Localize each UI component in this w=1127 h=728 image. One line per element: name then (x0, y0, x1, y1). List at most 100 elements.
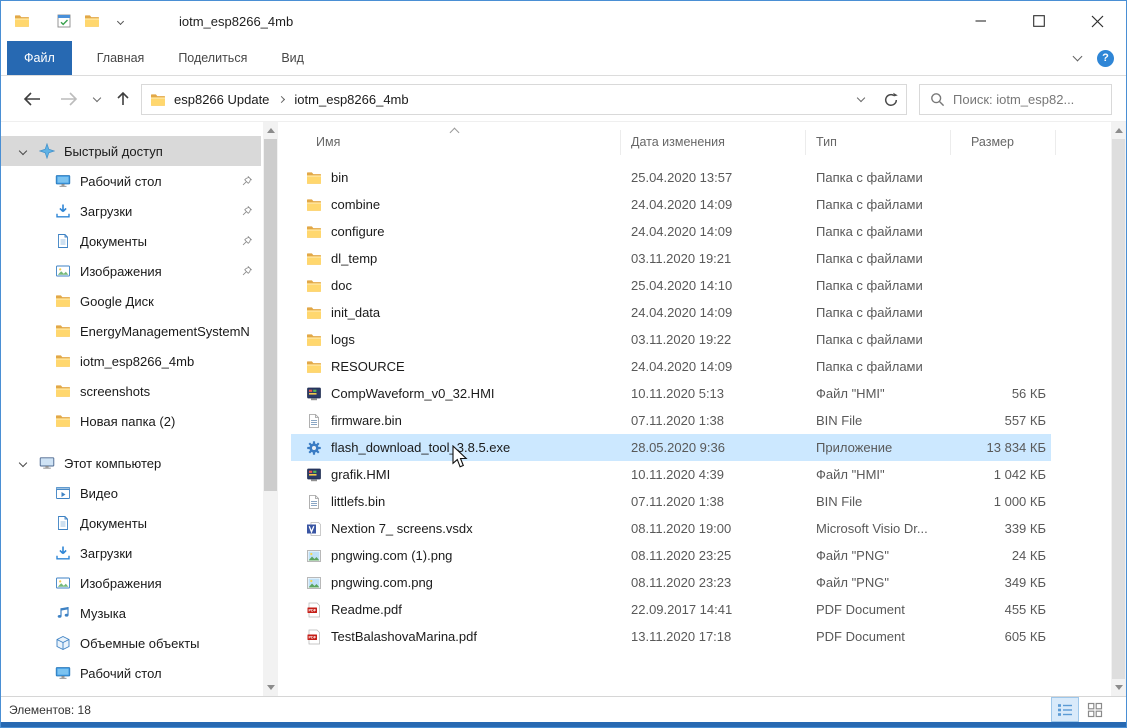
file-row[interactable]: Readme.pdf22.09.2017 14:41PDF Document45… (291, 596, 1051, 623)
expander-chevron-icon[interactable] (19, 459, 27, 467)
file-row[interactable]: flash_download_tool_3.8.5.exe28.05.2020 … (291, 434, 1051, 461)
file-row[interactable]: firmware.bin07.11.2020 1:38BIN File557 К… (291, 407, 1051, 434)
sidebar-item[interactable]: Документы (1, 226, 261, 256)
scrollbar-thumb[interactable] (264, 139, 277, 491)
pdf-file-icon (306, 629, 322, 645)
up-button[interactable] (108, 84, 138, 114)
column-header[interactable]: Тип (806, 130, 951, 155)
file-row[interactable]: bin25.04.2020 13:57Папка с файлами (291, 164, 1051, 191)
refresh-button[interactable] (876, 85, 906, 114)
sidebar-item[interactable]: Видео (1, 478, 261, 508)
file-name-cell: doc (291, 278, 621, 294)
recent-locations-button[interactable] (88, 84, 106, 114)
sidebar-item-label: screenshots (80, 384, 261, 399)
back-button[interactable] (16, 84, 46, 114)
maximize-button[interactable] (1010, 1, 1068, 41)
column-header[interactable]: Дата изменения (621, 130, 806, 155)
breadcrumb-item[interactable]: esp8266 Update (170, 92, 273, 107)
file-row[interactable]: combine24.04.2020 14:09Папка с файлами (291, 191, 1051, 218)
column-header-label: Дата изменения (631, 135, 725, 149)
file-date: 03.11.2020 19:21 (621, 251, 806, 266)
file-type: Папка с файлами (806, 332, 951, 347)
folder-icon (306, 197, 322, 213)
sidebar-item[interactable]: EnergyManagementSystemN (1, 316, 261, 346)
sidebar-item[interactable]: Google Диск (1, 286, 261, 316)
address-dropdown-button[interactable] (846, 85, 876, 114)
qat-new-folder-button[interactable] (81, 9, 103, 33)
forward-button[interactable] (54, 84, 84, 114)
file-row[interactable]: init_data24.04.2020 14:09Папка с файлами (291, 299, 1051, 326)
sidebar-item[interactable]: screenshots (1, 376, 261, 406)
qat-properties-button[interactable] (53, 9, 75, 33)
minimize-button[interactable] (952, 1, 1010, 41)
file-name-cell: pngwing.com (1).png (291, 548, 621, 564)
file-row[interactable]: RESOURCE24.04.2020 14:09Папка с файлами (291, 353, 1051, 380)
file-row[interactable]: pngwing.com.png08.11.2020 23:23Файл "PNG… (291, 569, 1051, 596)
file-size: 339 КБ (951, 521, 1051, 536)
help-button[interactable]: ? (1097, 50, 1114, 67)
ribbon-tab[interactable]: Поделиться (161, 41, 264, 75)
details-view-button[interactable] (1052, 698, 1078, 721)
sidebar-scrollbar[interactable] (263, 122, 278, 696)
sidebar-item[interactable]: Изображения (1, 568, 261, 598)
sidebar-item[interactable]: Загрузки (1, 196, 261, 226)
file-row[interactable]: dl_temp03.11.2020 19:21Папка с файлами (291, 245, 1051, 272)
file-row[interactable]: configure24.04.2020 14:09Папка с файлами (291, 218, 1051, 245)
file-list-body: bin25.04.2020 13:57Папка с файламиcombin… (291, 164, 1110, 650)
ribbon-tab[interactable]: Главная (80, 41, 162, 75)
scrollbar-thumb[interactable] (1112, 139, 1125, 679)
sidebar-item[interactable]: Новая папка (2) (1, 406, 261, 436)
qat-customize-button[interactable] (109, 9, 131, 33)
sidebar-item[interactable]: Загрузки (1, 538, 261, 568)
file-size: 1 000 КБ (951, 494, 1051, 509)
window-title: iotm_esp8266_4mb (179, 14, 293, 29)
sidebar-item[interactable]: Быстрый доступ (1, 136, 261, 166)
scroll-down-icon[interactable] (1115, 685, 1123, 690)
address-bar[interactable]: esp8266 Update iotm_esp8266_4mb (141, 84, 907, 115)
file-row[interactable]: doc25.04.2020 14:10Папка с файлами (291, 272, 1051, 299)
sidebar-item[interactable]: Музыка (1, 598, 261, 628)
sidebar-item[interactable]: Этот компьютер (1, 448, 261, 478)
file-row[interactable]: TestBalashovaMarina.pdf13.11.2020 17:18P… (291, 623, 1051, 650)
sidebar-item[interactable]: Изображения (1, 256, 261, 286)
scroll-up-icon[interactable] (267, 128, 275, 133)
pdf-file-icon (306, 602, 322, 618)
search-input[interactable]: Поиск: iotm_esp82... (953, 92, 1074, 107)
thumbnails-view-button[interactable] (1082, 698, 1108, 721)
properties-icon (56, 13, 72, 29)
file-type: Папка с файлами (806, 251, 951, 266)
breadcrumb-item[interactable]: iotm_esp8266_4mb (290, 92, 412, 107)
minimize-icon (975, 15, 987, 27)
forward-arrow-icon (60, 91, 79, 107)
sidebar-item[interactable]: iotm_esp8266_4mb (1, 346, 261, 376)
search-box[interactable]: Поиск: iotm_esp82... (919, 84, 1112, 115)
sidebar-item[interactable]: Рабочий стол (1, 658, 261, 688)
close-button[interactable] (1068, 1, 1126, 41)
file-row[interactable]: grafik.HMI10.11.2020 4:39Файл "HMI"1 042… (291, 461, 1051, 488)
file-row[interactable]: pngwing.com (1).png08.11.2020 23:25Файл … (291, 542, 1051, 569)
expander-chevron-icon[interactable] (19, 147, 27, 155)
ribbon-tab[interactable]: Файл (7, 41, 72, 75)
file-size: 13 834 КБ (951, 440, 1051, 455)
sidebar-item[interactable]: Рабочий стол (1, 166, 261, 196)
column-header[interactable]: Имя (291, 130, 621, 155)
file-row[interactable]: logs03.11.2020 19:22Папка с файлами (291, 326, 1051, 353)
file-row[interactable]: Nextion 7_ screens.vsdx08.11.2020 19:00M… (291, 515, 1051, 542)
ribbon-tab[interactable]: Вид (264, 41, 321, 75)
scroll-down-icon[interactable] (267, 685, 275, 690)
file-list-scrollbar[interactable] (1111, 122, 1126, 696)
file-row[interactable]: littlefs.bin07.11.2020 1:38BIN File1 000… (291, 488, 1051, 515)
file-name: logs (331, 332, 355, 347)
column-header[interactable]: Размер (951, 130, 1056, 155)
file-date: 22.09.2017 14:41 (621, 602, 806, 617)
sidebar-item[interactable]: Объемные объекты (1, 628, 261, 658)
file-row[interactable]: CompWaveform_v0_32.HMI10.11.2020 5:13Фай… (291, 380, 1051, 407)
breadcrumb: esp8266 Update iotm_esp8266_4mb (170, 92, 413, 107)
ribbon-expand-chevron-icon[interactable] (1073, 51, 1083, 61)
file-date: 13.11.2020 17:18 (621, 629, 806, 644)
file-type: Файл "PNG" (806, 575, 951, 590)
scroll-up-icon[interactable] (1115, 128, 1123, 133)
close-icon (1091, 15, 1104, 28)
sidebar-item[interactable]: Документы (1, 508, 261, 538)
file-date: 07.11.2020 1:38 (621, 413, 806, 428)
